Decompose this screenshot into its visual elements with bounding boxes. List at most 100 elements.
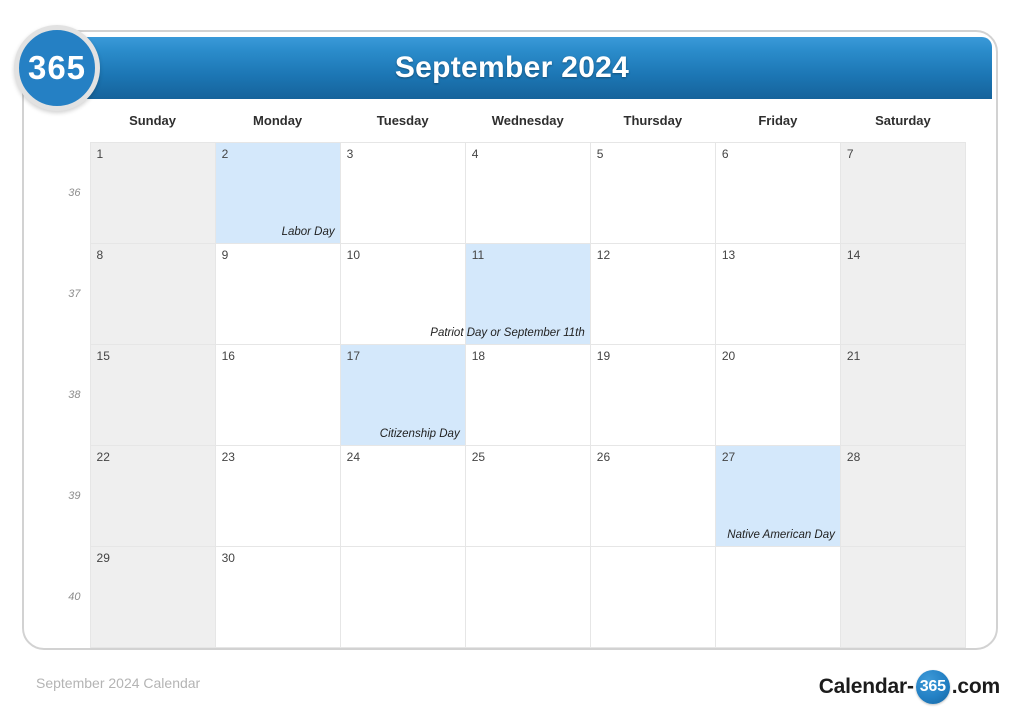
weekday-header-row: Sunday Monday Tuesday Wednesday Thursday… bbox=[32, 106, 966, 143]
day-number: 27 bbox=[721, 450, 736, 464]
calendar-title-bar: September 2024 bbox=[32, 37, 992, 99]
weekday-header-monday: Monday bbox=[253, 112, 303, 128]
holiday-label: Citizenship Day bbox=[379, 428, 460, 441]
calendar-day-cell[interactable]: 16 bbox=[214, 344, 341, 446]
calendar-week-row: 39 22 23 24 25 26 27 Native American Day 28 bbox=[32, 445, 967, 547]
day-number: 6 bbox=[721, 147, 729, 161]
calendar-empty-cell bbox=[589, 546, 716, 648]
calendar-day-cell[interactable]: 28 bbox=[839, 445, 967, 547]
calendar-day-cell[interactable]: 13 bbox=[714, 243, 841, 345]
day-number: 29 bbox=[96, 551, 110, 565]
calendar-day-cell[interactable]: 11 Patriot Day or September 11th bbox=[430, 243, 591, 345]
calendar-day-cell[interactable]: 18 bbox=[464, 344, 591, 446]
calendar-week-row: 37 8 9 10 11 Patriot Day or September 11th 12 1… bbox=[32, 243, 967, 345]
weekday-header-sunday: Sunday bbox=[129, 112, 177, 128]
holiday-label: Patriot Day or September 11th bbox=[430, 327, 585, 340]
day-number: 7 bbox=[846, 147, 854, 161]
day-number: 4 bbox=[471, 147, 479, 161]
day-number: 13 bbox=[721, 248, 736, 262]
holiday-label: Native American Day bbox=[727, 529, 835, 542]
weekday-header-wednesday: Wednesday bbox=[491, 112, 564, 128]
day-number: 10 bbox=[346, 248, 360, 262]
day-number: 28 bbox=[846, 450, 861, 464]
calendar-card: 365 September 2024 Sunday Monday Tuesday… bbox=[22, 30, 998, 650]
calendar-day-cell[interactable]: 22 bbox=[89, 445, 216, 547]
calendar-day-cell[interactable]: 14 bbox=[839, 243, 967, 345]
calendar-week-row: 40 29 30 bbox=[32, 546, 967, 648]
calendar-day-cell[interactable]: 9 bbox=[214, 243, 341, 345]
brand-365-circle-icon: 365 bbox=[915, 670, 950, 704]
day-number: 3 bbox=[346, 147, 354, 161]
calendar-empty-cell bbox=[839, 546, 967, 648]
calendar-empty-cell bbox=[714, 546, 841, 648]
calendar-week-row: 36 1 2 Labor Day 3 4 5 6 7 bbox=[32, 142, 967, 244]
day-number: 26 bbox=[596, 450, 611, 464]
day-number: 21 bbox=[846, 349, 861, 363]
week-number: 38 bbox=[68, 389, 81, 401]
footer-caption: September 2024 Calendar bbox=[36, 675, 201, 691]
calendar-day-cell[interactable]: 8 bbox=[89, 243, 216, 345]
calendar-day-cell[interactable]: 29 bbox=[89, 546, 216, 648]
day-number: 12 bbox=[596, 248, 611, 262]
calendar-day-cell[interactable]: 30 bbox=[214, 546, 341, 648]
calendar-day-cell[interactable]: 27 Native American Day bbox=[714, 445, 841, 547]
weekday-header-thursday: Thursday bbox=[623, 112, 683, 128]
day-number: 8 bbox=[96, 248, 104, 262]
calendar-day-cell[interactable]: 2 Labor Day bbox=[214, 142, 341, 244]
weekday-header-friday: Friday bbox=[758, 112, 798, 128]
brand-suffix: .com bbox=[951, 675, 1000, 698]
calendar-day-cell[interactable]: 25 bbox=[464, 445, 591, 547]
week-number: 40 bbox=[68, 591, 81, 603]
day-number: 16 bbox=[221, 349, 235, 363]
day-number: 17 bbox=[346, 349, 360, 363]
day-number: 11 bbox=[471, 248, 485, 262]
day-number: 25 bbox=[471, 450, 486, 464]
day-number: 5 bbox=[596, 147, 604, 161]
calendar-table: Sunday Monday Tuesday Wednesday Thursday… bbox=[32, 106, 967, 648]
calendar-day-cell[interactable]: 15 bbox=[89, 344, 216, 446]
brand-logo[interactable]: Calendar- 365 .com bbox=[819, 670, 1000, 704]
logo-365-badge: 365 bbox=[14, 25, 100, 111]
calendar-day-cell[interactable]: 24 bbox=[339, 445, 466, 547]
calendar-day-cell[interactable]: 3 bbox=[339, 142, 466, 244]
calendar-day-cell[interactable]: 12 bbox=[589, 243, 716, 345]
day-number: 1 bbox=[96, 147, 104, 161]
logo-365-text: 365 bbox=[27, 49, 87, 86]
calendar-day-cell[interactable]: 5 bbox=[589, 142, 716, 244]
calendar-day-cell[interactable]: 21 bbox=[839, 344, 967, 446]
day-number: 14 bbox=[846, 248, 861, 262]
calendar-day-cell[interactable]: 20 bbox=[714, 344, 841, 446]
day-number: 2 bbox=[221, 147, 229, 161]
calendar-empty-cell bbox=[464, 546, 591, 648]
day-number: 20 bbox=[721, 349, 736, 363]
week-number: 36 bbox=[68, 187, 81, 199]
day-number: 30 bbox=[221, 551, 235, 565]
calendar-day-cell[interactable]: 17 Citizenship Day bbox=[339, 344, 466, 446]
calendar-empty-cell bbox=[339, 546, 466, 648]
holiday-label: Labor Day bbox=[281, 226, 335, 239]
calendar-day-cell[interactable]: 1 bbox=[89, 142, 216, 244]
weekday-header-tuesday: Tuesday bbox=[376, 112, 429, 128]
week-number: 37 bbox=[68, 288, 81, 300]
calendar-day-cell[interactable]: 6 bbox=[714, 142, 841, 244]
page-title: September 2024 bbox=[394, 51, 630, 84]
brand-prefix: Calendar- bbox=[818, 675, 914, 698]
day-number: 15 bbox=[96, 349, 110, 363]
calendar-day-cell[interactable]: 19 bbox=[589, 344, 716, 446]
week-number-header bbox=[32, 106, 90, 143]
week-number: 39 bbox=[68, 490, 81, 502]
calendar-grid-wrap: Sunday Monday Tuesday Wednesday Thursday… bbox=[32, 106, 992, 648]
calendar-day-cell[interactable]: 7 bbox=[839, 142, 967, 244]
day-number: 19 bbox=[596, 349, 611, 363]
calendar-day-cell[interactable]: 26 bbox=[589, 445, 716, 547]
day-number: 23 bbox=[221, 450, 235, 464]
calendar-body: 36 1 2 Labor Day 3 4 5 6 7 37 8 9 10 11 Patriot Day or… bbox=[32, 142, 967, 648]
calendar-day-cell[interactable]: 4 bbox=[464, 142, 591, 244]
weekday-header-saturday: Saturday bbox=[875, 112, 931, 128]
day-number: 18 bbox=[471, 349, 486, 363]
day-number: 22 bbox=[96, 450, 110, 464]
day-number: 24 bbox=[346, 450, 360, 464]
calendar-week-row: 38 15 16 17 Citizenship Day 18 19 20 21 bbox=[32, 344, 967, 446]
day-number: 9 bbox=[221, 248, 229, 262]
calendar-day-cell[interactable]: 23 bbox=[214, 445, 341, 547]
